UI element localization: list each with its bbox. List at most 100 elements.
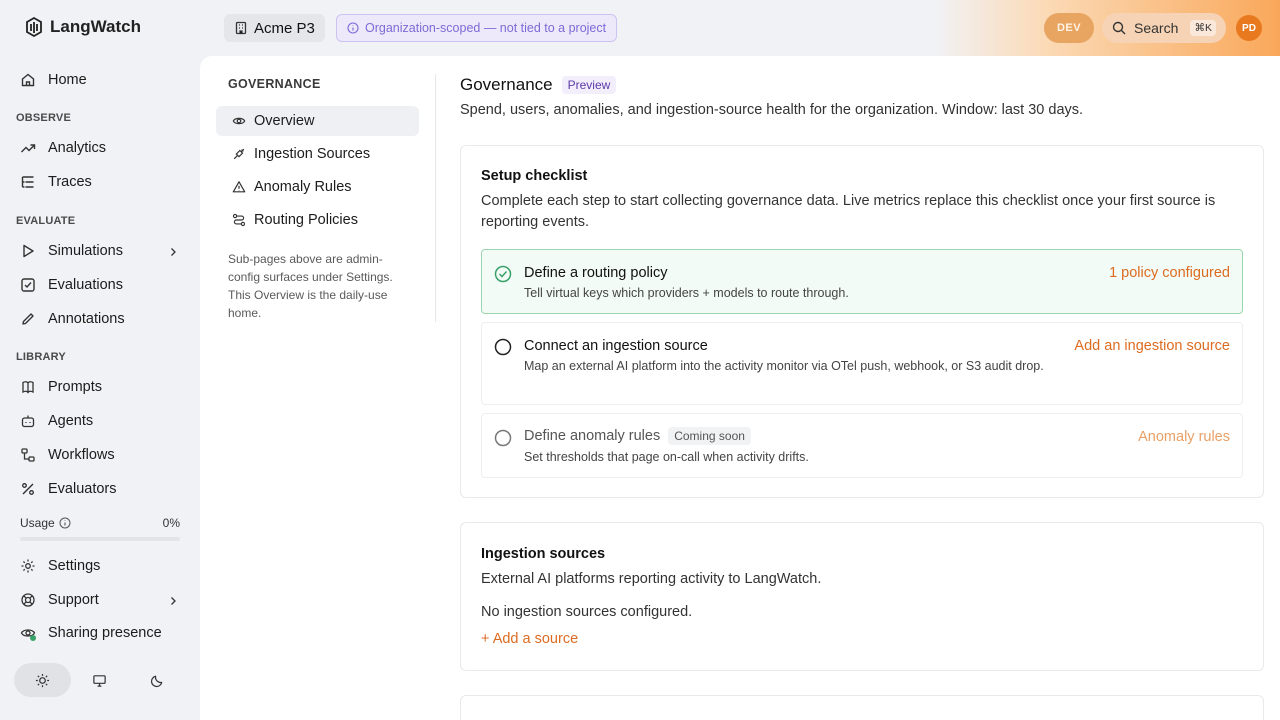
subnav-item-label: Routing Policies: [254, 212, 358, 228]
sidebar-item-label: Annotations: [48, 311, 125, 327]
sidebar: Home OBSERVE Analytics Traces EVALUATE S…: [0, 56, 200, 720]
circle-icon: [494, 338, 512, 356]
logo-text: LangWatch: [50, 17, 141, 36]
step-title: Define a routing policy: [524, 265, 667, 281]
workflow-icon: [20, 447, 36, 463]
search-button[interactable]: Search ⌘K: [1102, 13, 1226, 43]
theme-dark-button[interactable]: [129, 663, 186, 697]
percent-icon: [20, 481, 36, 497]
card-title: Setup checklist: [481, 168, 588, 184]
theme-light-button[interactable]: [14, 663, 72, 697]
sidebar-item-label: Agents: [48, 413, 94, 429]
monitor-icon: [92, 673, 107, 688]
sidebar-item-label: Prompts: [48, 379, 102, 395]
sidebar-item-label: Evaluators: [48, 481, 117, 497]
step-title: Define anomaly rules Coming soon: [524, 427, 751, 445]
next-card: [460, 695, 1264, 720]
sidebar-item-label: Workflows: [48, 447, 115, 463]
step-action-link[interactable]: Add an ingestion source: [1074, 338, 1230, 354]
page-title: Governance Preview: [460, 75, 617, 95]
subnav-note: Sub-pages above are admin-config surface…: [228, 252, 393, 320]
check-circle-icon: [494, 265, 512, 283]
scope-notice: Organization-scoped — not tied to a proj…: [336, 14, 618, 42]
section-observe: OBSERVE: [16, 112, 71, 124]
sidebar-item-support[interactable]: Support: [20, 592, 180, 608]
search-label: Search: [1134, 20, 1179, 36]
subnav-header: GOVERNANCE: [228, 77, 321, 91]
preview-badge: Preview: [561, 76, 617, 94]
moon-icon: [150, 673, 165, 688]
gear-icon: [20, 558, 36, 574]
list-tree-icon: [20, 174, 36, 190]
sidebar-item-evaluations[interactable]: Evaluations: [20, 277, 123, 293]
sidebar-item-label: Simulations: [48, 243, 123, 259]
usage-meter: Usage 0%: [20, 516, 180, 541]
subnav-item-routing-policies[interactable]: Routing Policies: [216, 205, 419, 235]
sidebar-item-prompts[interactable]: Prompts: [20, 379, 102, 395]
card-description: External AI platforms reporting activity…: [481, 571, 822, 587]
sidebar-item-annotations[interactable]: Annotations: [20, 311, 125, 327]
checklist-step-routing[interactable]: Define a routing policy Tell virtual key…: [481, 249, 1243, 314]
life-buoy-icon: [20, 592, 36, 608]
theme-system-button[interactable]: [71, 663, 128, 697]
sidebar-item-traces[interactable]: Traces: [20, 174, 92, 190]
subnav-item-label: Anomaly Rules: [254, 179, 352, 195]
eye-icon: [20, 625, 36, 641]
scope-text: Organization-scoped — not tied to a proj…: [365, 21, 607, 35]
sidebar-item-agents[interactable]: Agents: [20, 413, 93, 429]
sidebar-item-home[interactable]: Home: [20, 72, 87, 88]
sidebar-item-simulations[interactable]: Simulations: [20, 243, 180, 259]
sidebar-item-workflows[interactable]: Workflows: [20, 447, 115, 463]
top-bar: LangWatch Acme P3 Organization-scoped — …: [0, 0, 1280, 56]
subnav-item-ingestion-sources[interactable]: Ingestion Sources: [216, 139, 419, 169]
chevron-right-icon: [167, 595, 179, 607]
step-description: Tell virtual keys which providers + mode…: [524, 286, 849, 300]
search-shortcut: ⌘K: [1190, 20, 1216, 36]
info-icon[interactable]: [59, 517, 71, 529]
sidebar-item-sharing-presence[interactable]: Sharing presence: [20, 625, 162, 641]
sidebar-item-label: Sharing presence: [48, 625, 162, 641]
sidebar-item-evaluators[interactable]: Evaluators: [20, 481, 117, 497]
sidebar-item-label: Traces: [48, 174, 92, 190]
subnav-item-overview[interactable]: Overview: [216, 106, 419, 136]
project-name: Acme P3: [254, 19, 315, 37]
building-icon: [234, 21, 248, 35]
sidebar-item-label: Support: [48, 592, 99, 608]
plug-icon: [232, 147, 246, 161]
sidebar-item-label: Settings: [48, 558, 101, 574]
sidebar-item-analytics[interactable]: Analytics: [20, 140, 106, 156]
bot-icon: [20, 413, 36, 429]
checklist-step-ingestion[interactable]: Connect an ingestion source Map an exter…: [481, 322, 1243, 405]
sidebar-item-settings[interactable]: Settings: [20, 558, 100, 574]
step-action-link[interactable]: Anomaly rules: [1138, 429, 1230, 445]
alert-triangle-icon: [232, 180, 246, 194]
section-evaluate: EVALUATE: [16, 215, 76, 227]
langwatch-logo-icon: [24, 16, 44, 38]
page-title-text: Governance: [460, 75, 553, 94]
route-icon: [232, 213, 246, 227]
step-action-link[interactable]: 1 policy configured: [1109, 265, 1230, 281]
step-description: Map an external AI platform into the act…: [524, 359, 1044, 373]
add-source-link[interactable]: + Add a source: [481, 631, 578, 647]
subnav-item-anomaly-rules[interactable]: Anomaly Rules: [216, 172, 419, 202]
empty-state: No ingestion sources configured.: [481, 604, 693, 620]
play-icon: [20, 243, 36, 259]
chevron-right-icon: [167, 246, 179, 258]
ingestion-sources-card: Ingestion sources External AI platforms …: [460, 522, 1264, 671]
project-selector[interactable]: Acme P3: [224, 14, 325, 42]
info-icon: [347, 22, 359, 34]
subnav-item-label: Overview: [254, 113, 315, 129]
theme-switcher: [14, 663, 186, 697]
sidebar-item-label: Analytics: [48, 140, 107, 156]
check-square-icon: [20, 277, 36, 293]
divider: [435, 74, 436, 322]
logo[interactable]: LangWatch: [24, 16, 141, 38]
step-title-text: Define a routing policy: [524, 265, 668, 281]
checklist-step-anomaly[interactable]: Define anomaly rules Coming soon Set thr…: [481, 413, 1243, 478]
avatar[interactable]: PD: [1236, 15, 1262, 41]
page-subtitle: Spend, users, anomalies, and ingestion-s…: [460, 102, 1084, 118]
home-icon: [20, 72, 36, 88]
pencil-icon: [20, 311, 36, 327]
search-icon: [1112, 21, 1126, 35]
eye-icon: [232, 114, 246, 128]
